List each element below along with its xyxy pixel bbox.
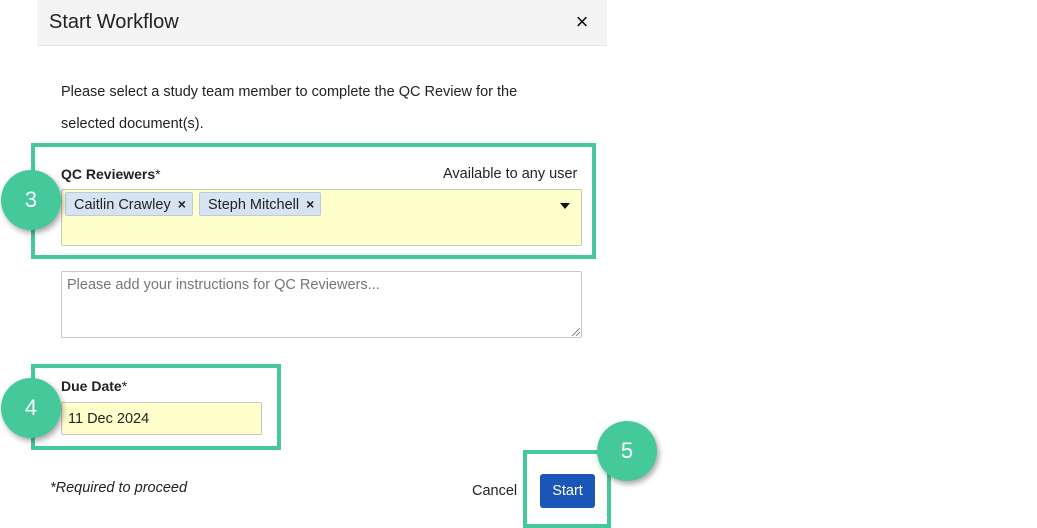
step-badge-5: 5 — [597, 421, 657, 481]
highlight-start — [523, 450, 611, 528]
required-note: *Required to proceed — [50, 480, 188, 496]
dialog-header: Start Workflow × — [37, 0, 607, 46]
qc-instructions-textarea[interactable] — [61, 271, 582, 338]
highlight-reviewers — [31, 143, 596, 259]
cancel-button[interactable]: Cancel — [472, 483, 517, 499]
resize-grip-icon[interactable] — [570, 326, 580, 336]
close-icon[interactable]: × — [571, 9, 593, 35]
step-badge-4: 4 — [1, 378, 61, 438]
step-badge-3: 3 — [1, 170, 61, 230]
highlight-due-date — [31, 364, 281, 450]
dialog-title: Start Workflow — [49, 11, 179, 33]
dialog-instructions: Please select a study team member to com… — [61, 84, 518, 132]
